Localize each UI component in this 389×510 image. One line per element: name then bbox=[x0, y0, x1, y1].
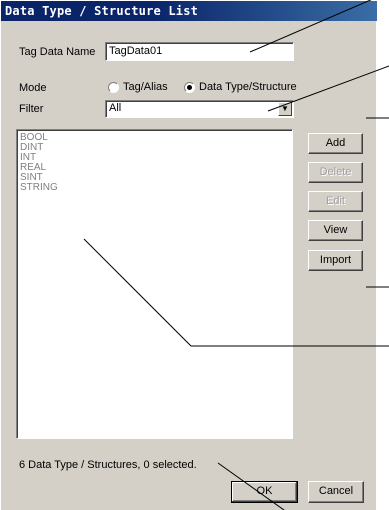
list-item[interactable]: REAL bbox=[20, 163, 289, 173]
list-item[interactable]: SINT bbox=[20, 173, 289, 183]
data-type-list[interactable]: BOOL DINT INT REAL SINT STRING bbox=[16, 129, 293, 439]
mode-tag-alias-label[interactable]: Tag/Alias bbox=[123, 81, 168, 93]
cancel-button[interactable]: Cancel bbox=[308, 481, 364, 503]
add-button[interactable]: Add bbox=[308, 133, 363, 154]
list-item[interactable]: STRING bbox=[20, 183, 289, 193]
edit-button[interactable]: Edit bbox=[308, 191, 363, 212]
mode-tag-alias-radio[interactable] bbox=[108, 82, 119, 93]
mode-data-type-structure-radio[interactable] bbox=[184, 82, 195, 93]
delete-button[interactable]: Delete bbox=[308, 162, 363, 183]
list-item[interactable]: DINT bbox=[20, 143, 289, 153]
mode-data-type-structure-label[interactable]: Data Type/Structure bbox=[199, 81, 297, 93]
import-button[interactable]: Import bbox=[308, 250, 363, 271]
filter-select[interactable]: All ▼ bbox=[105, 100, 294, 118]
ok-button[interactable]: OK bbox=[231, 481, 298, 503]
list-item[interactable]: BOOL bbox=[20, 133, 289, 143]
list-item[interactable]: INT bbox=[20, 153, 289, 163]
view-button[interactable]: View bbox=[308, 220, 363, 241]
tag-data-name-input[interactable]: TagData01 bbox=[105, 42, 294, 61]
window-title: Data Type / Structure List bbox=[1, 1, 377, 21]
mode-label: Mode bbox=[19, 82, 47, 94]
tag-data-name-label: Tag Data Name bbox=[19, 46, 96, 58]
dialog-window: Data Type / Structure List Tag Data Name… bbox=[0, 0, 377, 510]
filter-label: Filter bbox=[19, 103, 44, 115]
filter-select-value: All bbox=[109, 102, 122, 114]
status-text: 6 Data Type / Structures, 0 selected. bbox=[19, 459, 197, 471]
chevron-down-icon[interactable]: ▼ bbox=[278, 102, 292, 116]
